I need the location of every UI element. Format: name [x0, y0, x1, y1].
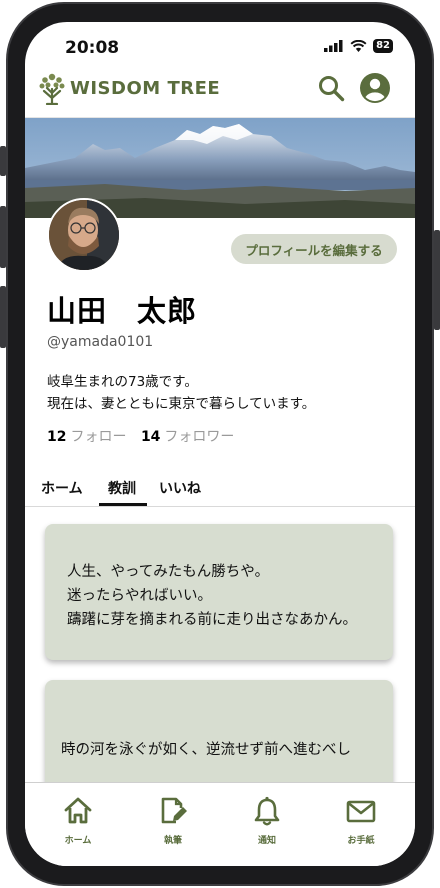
nav-notifications[interactable]: 通知 [232, 795, 302, 846]
followers-label: フォロワー [164, 429, 235, 445]
post-text: 時の河を泳ぐが如く、逆流せず前へ進むべし [61, 742, 351, 758]
bottom-nav: ホーム 執筆 通知 お手紙 [25, 782, 415, 866]
nav-home[interactable]: ホーム [43, 795, 113, 846]
follow-stats: 12 フォロー 14 フォロワー [47, 426, 244, 446]
tab-home[interactable]: ホーム [41, 478, 83, 498]
power-button [434, 230, 440, 330]
app-bar: WISDOM TREE [25, 70, 415, 118]
nav-label: ホーム [64, 836, 92, 846]
bio-line: 現在は、妻とともに東京で暮らしています。 [47, 396, 316, 412]
signal-icon [324, 40, 343, 52]
post-card[interactable]: 人生、やってみたもん勝ちや。 迷ったらやればいい。 躊躇に芽を摘まれる前に走り出… [45, 524, 393, 660]
app-logo[interactable]: WISDOM TREE [38, 70, 220, 106]
status-time: 20:08 [65, 38, 120, 58]
bio-line: 岐阜生まれの73歳です。 [47, 374, 198, 390]
avatar[interactable] [47, 198, 121, 272]
nav-label: 通知 [257, 836, 276, 846]
profile-name: 山田 太郎 [47, 294, 198, 328]
tabs-divider [25, 506, 415, 507]
nav-label: お手紙 [347, 836, 375, 846]
volume-down-button [0, 286, 6, 348]
following-label: フォロー [70, 429, 127, 445]
post-text: 人生、やってみたもん勝ちや。 迷ったらやればいい。 躊躇に芽を摘まれる前に走り出… [67, 564, 357, 628]
write-icon [161, 797, 187, 824]
battery-icon: 82 [373, 39, 393, 53]
volume-up-button [0, 206, 6, 268]
tab-likes[interactable]: いいね [159, 478, 201, 498]
home-icon [64, 797, 92, 824]
nav-label: 執筆 [163, 836, 182, 846]
mute-switch [0, 146, 6, 176]
tab-lessons[interactable]: 教訓 [108, 478, 136, 498]
followers-count: 14 [140, 429, 161, 445]
app-title: WISDOM TREE [70, 77, 221, 99]
screen: 20:08 82 WISDOM TREE プロフィールを編集する 山田 太郎 @… [25, 22, 415, 866]
status-bar: 20:08 82 [25, 22, 415, 70]
profile-handle: @yamada0101 [47, 334, 154, 350]
edit-profile-button[interactable]: プロフィールを編集する [231, 234, 397, 264]
following-link[interactable]: 12 フォロー [47, 429, 126, 445]
nav-write[interactable]: 執筆 [138, 795, 208, 846]
wifi-icon [350, 40, 367, 52]
search-icon[interactable] [317, 74, 345, 102]
mail-icon [346, 800, 376, 823]
user-photo [49, 200, 119, 270]
profile-tabs: ホーム 教訓 いいね [25, 470, 415, 506]
bell-icon [254, 796, 280, 826]
profile-bio: 岐阜生まれの73歳です。 現在は、妻とともに東京で暮らしています。 [47, 371, 315, 415]
followers-link[interactable]: 14 フォロワー [141, 429, 234, 445]
following-count: 12 [47, 429, 67, 445]
status-icons: 82 [324, 39, 393, 53]
account-icon[interactable] [359, 72, 391, 104]
tree-icon [39, 73, 65, 105]
nav-letters[interactable]: お手紙 [326, 795, 396, 846]
